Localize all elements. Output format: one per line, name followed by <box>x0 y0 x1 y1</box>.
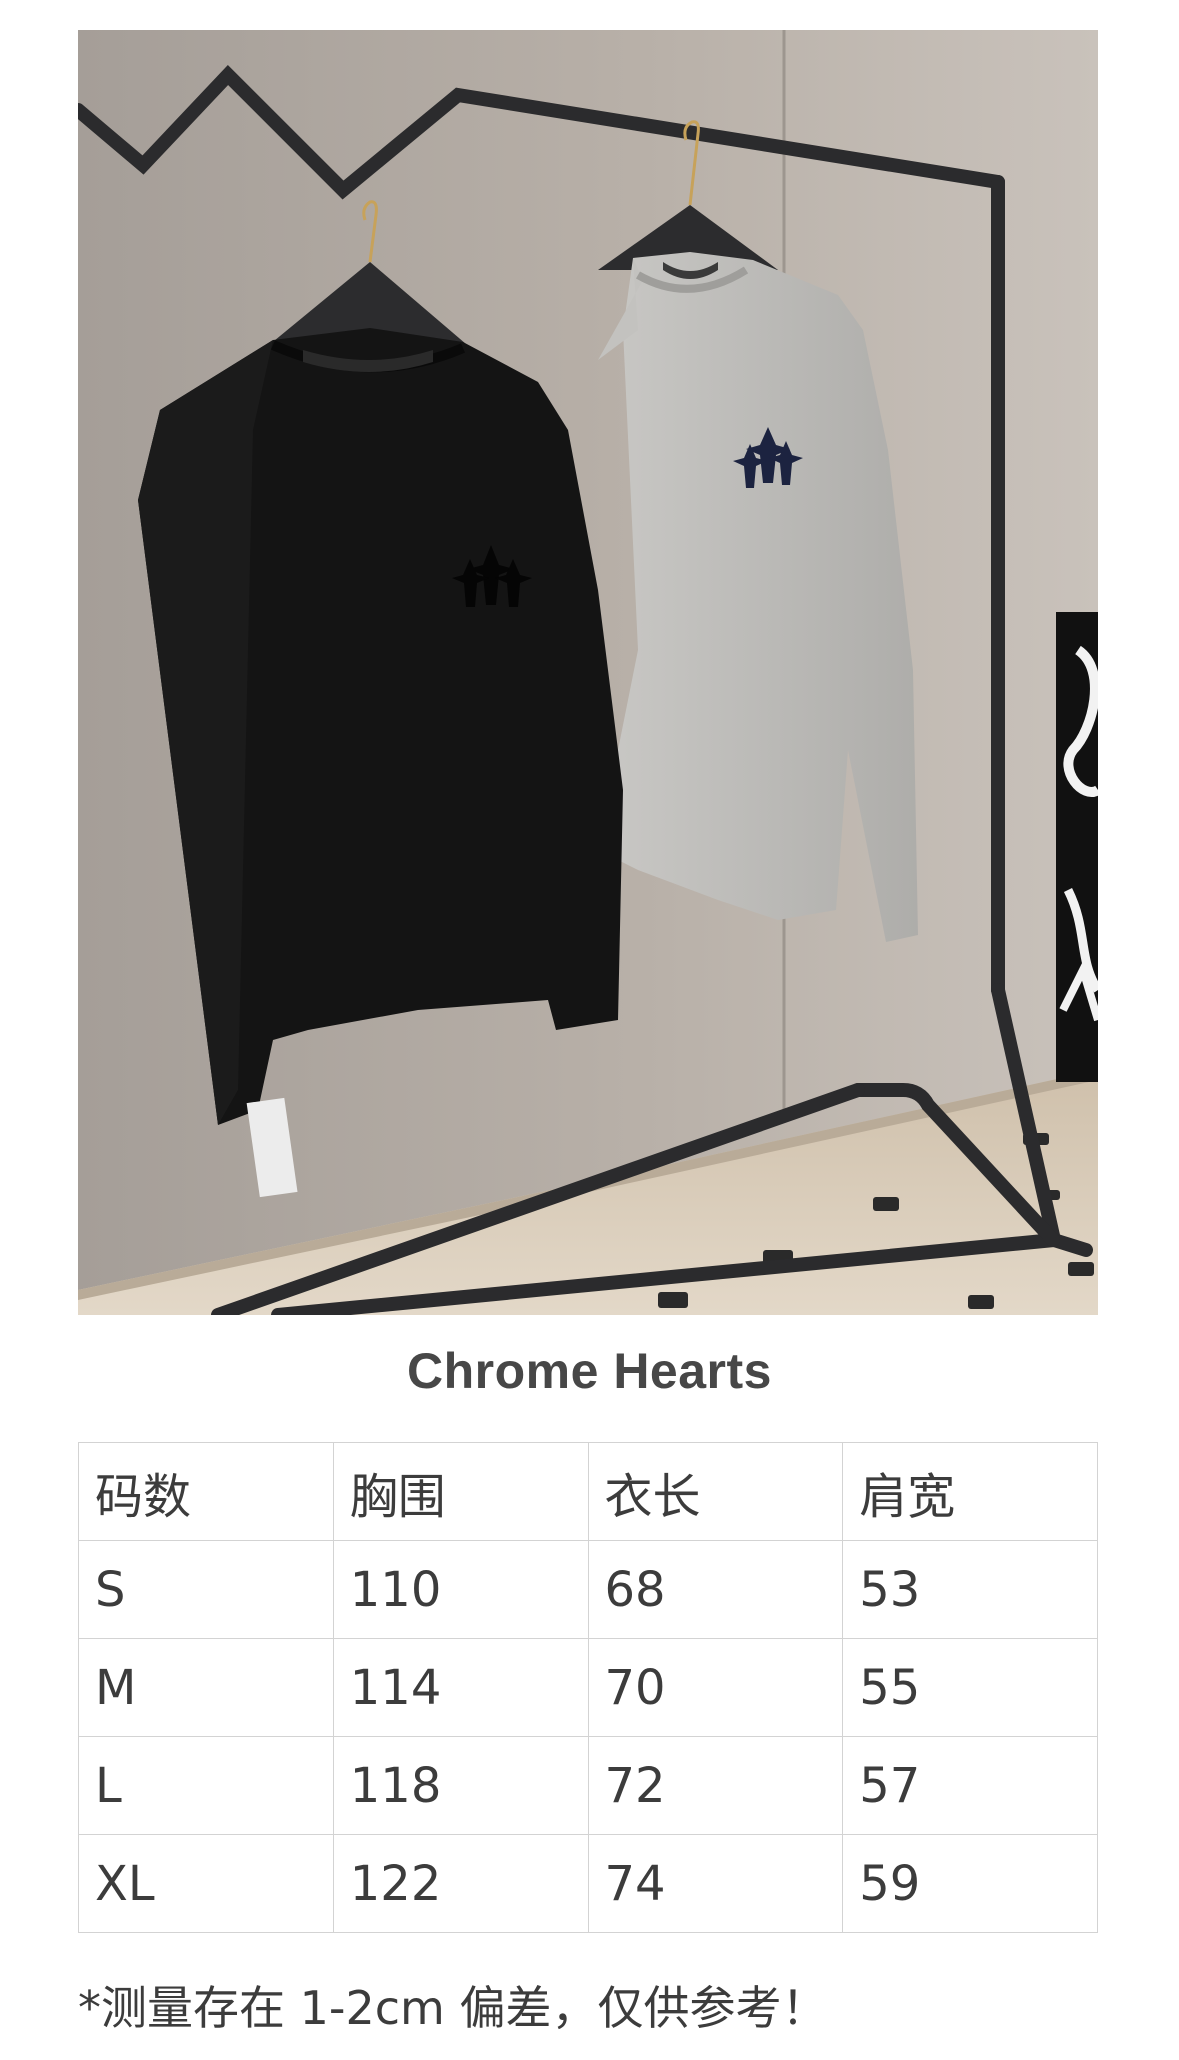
cell-chest: 110 <box>332 1540 589 1639</box>
cell-chest: 122 <box>332 1834 589 1933</box>
header-shoulder: 肩宽 <box>842 1442 1098 1541</box>
table-header-row: 码数 胸围 衣长 肩宽 <box>78 1442 1098 1541</box>
cell-chest: 114 <box>332 1638 589 1737</box>
table-row: S 110 68 53 <box>78 1540 1098 1639</box>
cell-size: S <box>78 1540 334 1639</box>
brand-title: Chrome Hearts <box>407 1343 772 1399</box>
cell-length: 72 <box>587 1736 844 1835</box>
cell-size: XL <box>78 1834 334 1933</box>
product-photo <box>78 30 1098 1315</box>
header-chest: 胸围 <box>332 1442 589 1541</box>
cell-shoulder: 59 <box>842 1834 1098 1933</box>
cell-length: 74 <box>587 1834 844 1933</box>
cell-length: 70 <box>587 1638 844 1737</box>
cell-size: M <box>78 1638 334 1737</box>
cell-chest: 118 <box>332 1736 589 1835</box>
cell-size: L <box>78 1736 334 1835</box>
table-row: M 114 70 55 <box>78 1638 1098 1737</box>
cell-shoulder: 53 <box>842 1540 1098 1639</box>
size-chart-table: 码数 胸围 衣长 肩宽 S 110 68 53 M 114 70 55 L 11… <box>78 1442 1098 1933</box>
table-row: L 118 72 57 <box>78 1736 1098 1835</box>
cell-shoulder: 57 <box>842 1736 1098 1835</box>
header-size: 码数 <box>78 1442 334 1541</box>
measurement-note: *测量存在 1-2cm 偏差，仅供参考！ <box>78 1981 828 2035</box>
header-length: 衣长 <box>587 1442 844 1541</box>
cell-length: 68 <box>587 1540 844 1639</box>
cell-shoulder: 55 <box>842 1638 1098 1737</box>
table-row: XL 122 74 59 <box>78 1834 1098 1933</box>
